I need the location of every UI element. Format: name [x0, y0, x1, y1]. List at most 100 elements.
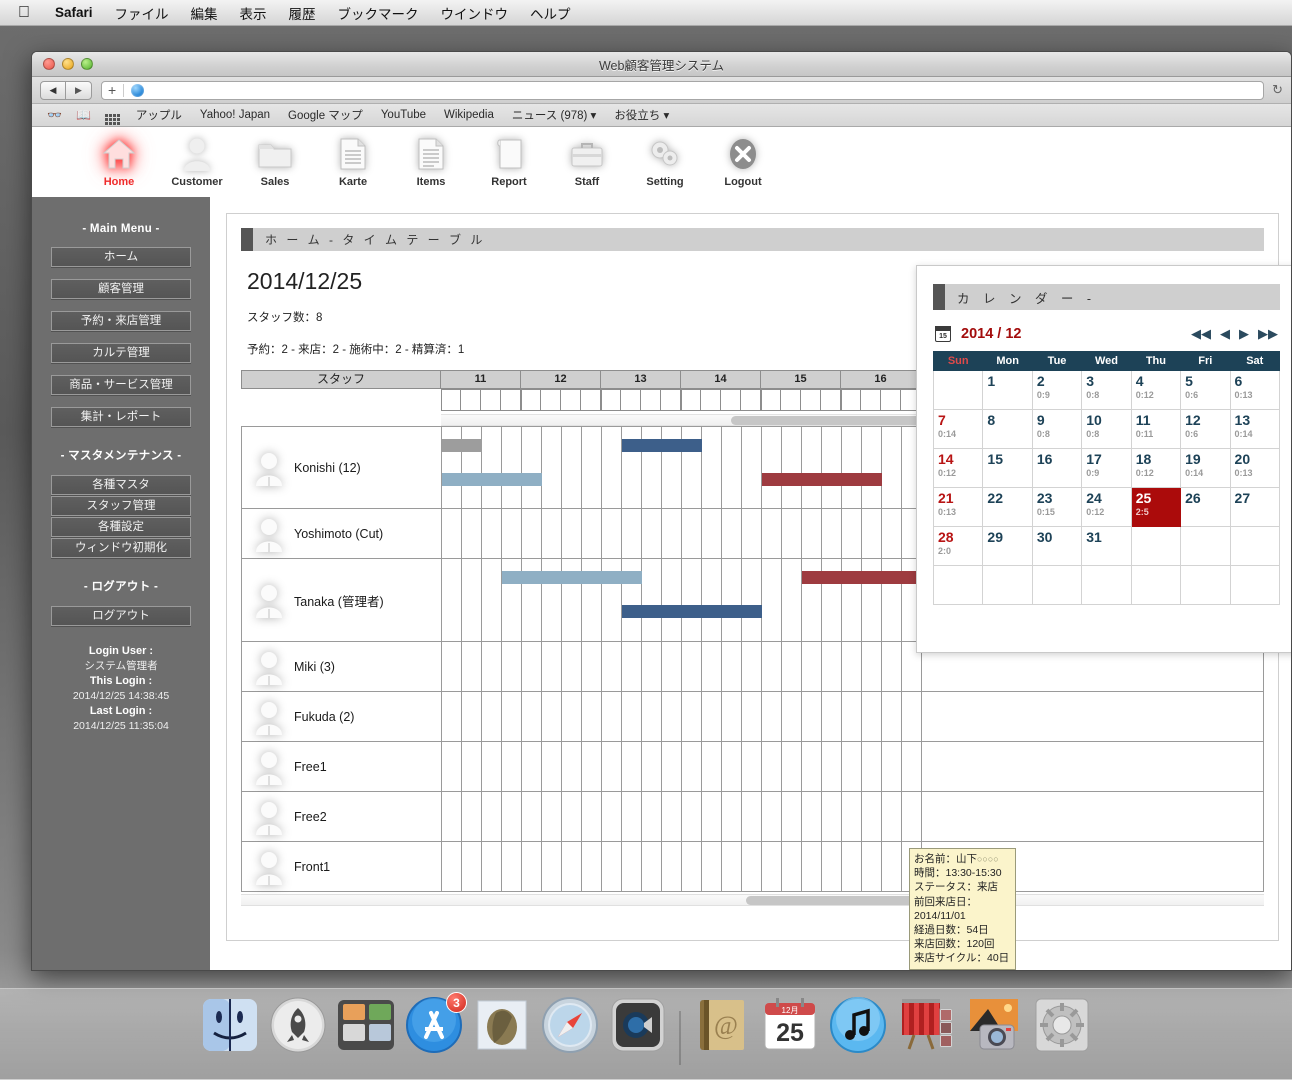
grid-cell[interactable] — [702, 692, 722, 741]
grid-cell[interactable] — [802, 642, 822, 691]
grid-cell[interactable] — [702, 427, 722, 508]
bookmark-yahoo-japan[interactable]: Yahoo! Japan — [191, 109, 279, 121]
grid-cell[interactable] — [822, 692, 842, 741]
grid-cell[interactable] — [442, 559, 462, 641]
toolbar-item-karte[interactable]: Karte — [314, 131, 392, 188]
grid-cell[interactable] — [862, 427, 882, 508]
grid-cell[interactable] — [522, 742, 542, 791]
book-icon[interactable]: 📖 — [69, 108, 98, 122]
calendar-day-13[interactable]: 13 0:14 — [1229, 409, 1281, 449]
grid-cell[interactable] — [662, 742, 682, 791]
grid-cell[interactable] — [602, 427, 622, 508]
reservation-bar[interactable] — [802, 571, 922, 584]
grid-cell[interactable] — [542, 427, 562, 508]
minimize-window-button[interactable] — [62, 58, 74, 70]
grid-cell[interactable] — [562, 792, 582, 841]
quarter-cell[interactable] — [821, 389, 841, 411]
quarter-cell[interactable] — [501, 389, 521, 411]
grid-cell[interactable] — [742, 559, 762, 641]
menu-item-history[interactable]: 履歴 — [278, 3, 327, 23]
grid-cell[interactable] — [602, 642, 622, 691]
reservation-bar[interactable] — [622, 439, 702, 452]
grid-cell[interactable] — [662, 842, 682, 891]
grid-cell[interactable] — [802, 509, 822, 558]
grid-cell[interactable] — [502, 509, 522, 558]
grid-cell[interactable] — [442, 642, 462, 691]
calendar-day-28[interactable]: 28 2:0 — [932, 526, 984, 566]
row-grid[interactable] — [442, 792, 1263, 841]
grid-cell[interactable] — [882, 427, 902, 508]
grid-cell[interactable] — [762, 692, 782, 741]
grid-cell[interactable] — [662, 642, 682, 691]
grid-cell[interactable] — [442, 842, 462, 891]
grid-cell[interactable] — [802, 742, 822, 791]
menu-item-file[interactable]: ファイル — [104, 3, 180, 23]
grid-cell[interactable] — [542, 842, 562, 891]
next-month-button[interactable]: ▶ — [1239, 326, 1249, 342]
staff-cell[interactable]: Yoshimoto (Cut) — [242, 509, 442, 558]
calendar-day-17[interactable]: 17 0:9 — [1081, 448, 1132, 488]
grid-cell[interactable] — [782, 509, 802, 558]
calendar-day-26[interactable]: 26 — [1180, 487, 1231, 527]
grid-cell[interactable] — [742, 642, 762, 691]
dock-mail-icon[interactable] — [472, 995, 532, 1055]
grid-cell[interactable] — [682, 559, 702, 641]
reader-icon[interactable]: 👓 — [40, 108, 69, 122]
dock-safari-icon[interactable] — [540, 995, 600, 1055]
grid-cell[interactable] — [742, 842, 762, 891]
grid-icon[interactable] — [98, 106, 127, 125]
reservation-bar[interactable] — [762, 473, 882, 486]
grid-cell[interactable] — [642, 559, 662, 641]
bookmark-news[interactable]: ニュース (978) ▾ — [503, 107, 605, 123]
quarter-cell[interactable] — [721, 389, 741, 411]
grid-cell[interactable] — [762, 427, 782, 508]
row-grid[interactable] — [442, 842, 1263, 891]
grid-cell[interactable] — [462, 792, 482, 841]
sidebar-item-main_items-2[interactable]: 予約・来店管理 — [51, 311, 191, 331]
toolbar-item-setting[interactable]: Setting — [626, 131, 704, 188]
grid-cell[interactable] — [702, 792, 722, 841]
grid-cell[interactable] — [642, 509, 662, 558]
grid-cell[interactable] — [882, 642, 902, 691]
sidebar-item-logout_items-0[interactable]: ログアウト — [51, 606, 191, 626]
quarter-cell[interactable] — [761, 389, 781, 411]
grid-cell[interactable] — [462, 742, 482, 791]
calendar-day-30[interactable]: 30 — [1031, 526, 1083, 566]
grid-cell[interactable] — [642, 742, 662, 791]
calendar-day-14[interactable]: 14 0:12 — [932, 448, 984, 488]
dock-finder-icon[interactable] — [200, 995, 260, 1055]
grid-cell[interactable] — [782, 642, 802, 691]
grid-cell[interactable] — [802, 842, 822, 891]
quarter-cell[interactable] — [461, 389, 481, 411]
grid-cell[interactable] — [622, 742, 642, 791]
grid-cell[interactable] — [462, 559, 482, 641]
grid-cell[interactable] — [862, 742, 882, 791]
calendar-day-19[interactable]: 19 0:14 — [1180, 448, 1231, 488]
grid-cell[interactable] — [502, 842, 522, 891]
sidebar-item-main_items-0[interactable]: ホーム — [51, 247, 191, 267]
reservation-bar[interactable] — [442, 439, 482, 452]
reload-icon[interactable]: ↻ — [1272, 82, 1283, 98]
grid-cell[interactable] — [902, 692, 922, 741]
grid-cell[interactable] — [442, 742, 462, 791]
grid-cell[interactable] — [762, 792, 782, 841]
calendar-day-1[interactable]: 1 — [982, 370, 1033, 410]
quarter-cell[interactable] — [701, 389, 721, 411]
bookmark-apple[interactable]: アップル — [127, 107, 191, 123]
grid-cell[interactable] — [722, 559, 742, 641]
staff-cell[interactable]: Fukuda (2) — [242, 692, 442, 741]
window-controls[interactable] — [43, 58, 93, 70]
menu-item-safari[interactable]: Safari — [44, 5, 104, 20]
grid-cell[interactable] — [782, 427, 802, 508]
grid-cell[interactable] — [642, 692, 662, 741]
calendar-day-27[interactable]: 27 — [1229, 487, 1281, 527]
timetable-row[interactable]: Free2 — [241, 792, 1264, 842]
dock-contacts-icon[interactable]: @ — [692, 995, 752, 1055]
grid-cell[interactable] — [482, 427, 502, 508]
grid-cell[interactable] — [722, 427, 742, 508]
grid-cell[interactable] — [602, 792, 622, 841]
dock-photobooth-icon[interactable] — [896, 995, 956, 1055]
next-year-button[interactable]: ▶▶ — [1258, 326, 1278, 342]
toolbar-item-report[interactable]: Report — [470, 131, 548, 188]
sidebar-item-main_items-4[interactable]: 商品・サービス管理 — [51, 375, 191, 395]
